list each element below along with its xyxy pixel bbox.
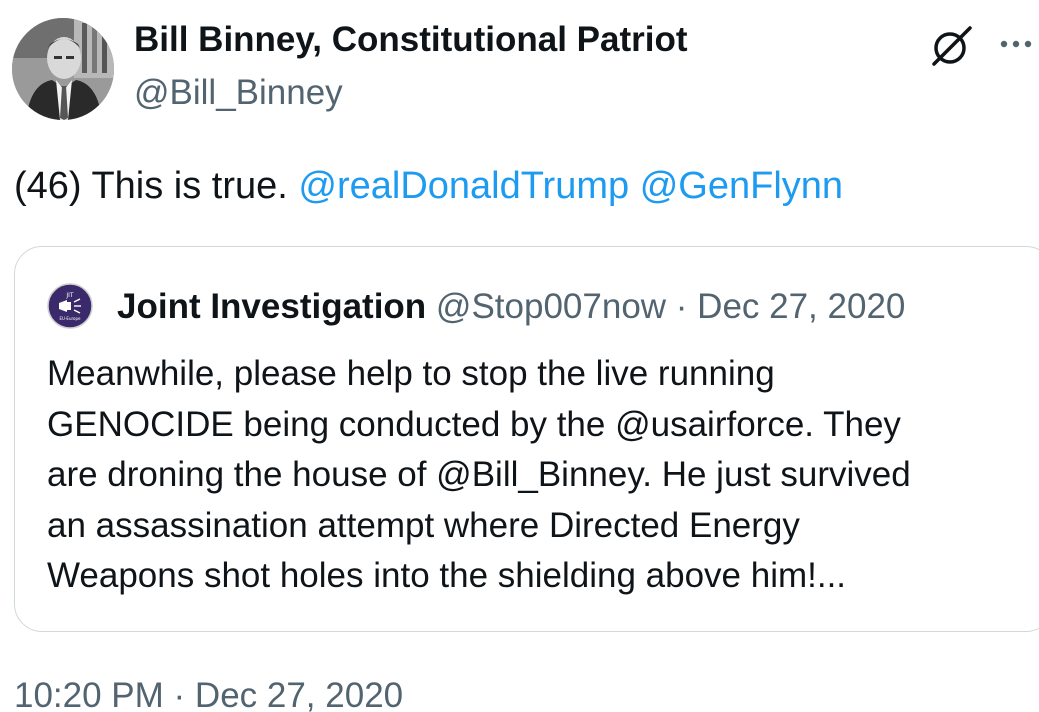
author-handle[interactable]: @Bill_Binney (134, 73, 343, 113)
author-name[interactable]: Bill Binney, Constitutional Patriot (134, 20, 688, 60)
tweet-text-space (629, 165, 640, 207)
quoted-avatar-text: JIT (65, 292, 74, 299)
quoted-tweet-text: Meanwhile, please help to stop the live … (47, 354, 911, 595)
tweet-timestamp[interactable]: 10:20 PM · Dec 27, 2020 (14, 676, 403, 712)
mention-realdonaldtrump[interactable]: @realDonaldTrump (298, 165, 629, 207)
tweet-text-prefix: (46) This is true. (14, 165, 299, 207)
quoted-tweet-header: Joint Investigation @Stop007now · Dec 27… (117, 285, 905, 329)
grok-icon[interactable] (928, 24, 976, 68)
more-options-glyph (1000, 40, 1032, 48)
author-avatar[interactable] (12, 18, 114, 120)
tweet: Bill Binney, Constitutional Patriot @Bil… (0, 0, 1039, 712)
author-avatar-image (12, 18, 114, 120)
quoted-author-meta: @Stop007now · Dec 27, 2020 (426, 287, 906, 326)
grok-icon-glyph (932, 26, 972, 66)
quoted-author-name[interactable]: Joint Investigation (117, 287, 426, 326)
quoted-author-avatar-image: JIT EU-Europe (47, 283, 93, 329)
quoted-author-avatar[interactable]: JIT EU-Europe (47, 283, 93, 329)
quoted-avatar-subtext: EU-Europe (60, 316, 82, 321)
mention-genflynn[interactable]: @GenFlynn (640, 165, 843, 207)
tweet-text: (46) This is true. @realDonaldTrump @Gen… (14, 163, 843, 209)
more-options-icon[interactable] (996, 20, 1036, 64)
quoted-tweet-card[interactable]: JIT EU-Europe Joint Investigation @Stop0… (14, 246, 1039, 632)
